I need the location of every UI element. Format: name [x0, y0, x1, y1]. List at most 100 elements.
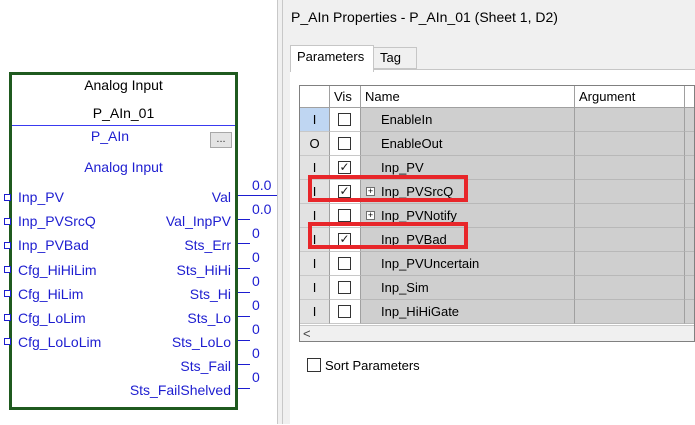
tab-tag[interactable]: Tag — [373, 47, 417, 69]
cell-argument[interactable] — [575, 180, 685, 204]
input-connector[interactable] — [4, 266, 11, 273]
cell-vis — [330, 252, 361, 276]
input-pin[interactable]: Inp_PV — [18, 189, 64, 205]
output-pin[interactable]: Val — [212, 189, 231, 205]
output-pin[interactable]: Sts_Hi — [190, 286, 231, 302]
tab-parameters[interactable]: Parameters — [290, 45, 374, 72]
output-wire — [238, 219, 250, 220]
cell-name: Inp_Sim — [361, 276, 575, 300]
cell-name: Inp_PVUncertain — [361, 252, 575, 276]
block-type-name: P_AIn — [90, 128, 130, 144]
output-pin[interactable]: Sts_Err — [184, 237, 231, 253]
cell-filler — [685, 156, 694, 180]
cell-filler — [685, 252, 694, 276]
input-pin[interactable]: Cfg_LoLoLim — [18, 334, 101, 350]
table-row[interactable]: I Inp_HiHiGate — [300, 300, 694, 324]
sort-parameters-checkbox[interactable] — [307, 358, 321, 372]
horizontal-scrollbar[interactable]: < — [300, 325, 694, 341]
output-wire — [238, 268, 250, 269]
block-tag-name: P_AIn_01 — [92, 105, 155, 121]
cell-argument[interactable] — [575, 204, 685, 228]
cell-vis — [330, 132, 361, 156]
input-connector[interactable] — [4, 338, 11, 345]
column-header-argument[interactable]: Argument — [575, 86, 685, 108]
output-pin[interactable]: Sts_FailShelved — [130, 382, 231, 398]
input-connector[interactable] — [4, 194, 11, 201]
vis-checkbox[interactable] — [338, 137, 351, 150]
output-value: 0 — [252, 249, 260, 265]
vis-checkbox[interactable] — [338, 281, 351, 294]
output-pin[interactable]: Val_InpPV — [166, 213, 231, 229]
cell-filler — [685, 204, 694, 228]
input-connector[interactable] — [4, 218, 11, 225]
cell-name: EnableIn — [361, 108, 575, 132]
output-wire — [238, 195, 277, 196]
column-header-io[interactable] — [300, 86, 330, 108]
vis-checkbox[interactable] — [338, 305, 351, 318]
cell-filler — [685, 300, 694, 324]
cell-filler — [685, 180, 694, 204]
output-value: 0 — [252, 297, 260, 313]
block-header-title: Analog Input — [84, 77, 163, 93]
vis-checkbox[interactable]: ✓ — [338, 161, 351, 174]
input-connector[interactable] — [4, 314, 11, 321]
cell-io-type: I — [300, 252, 330, 276]
cell-argument[interactable] — [575, 156, 685, 180]
output-value: 0.0 — [252, 201, 272, 217]
cell-vis — [330, 276, 361, 300]
cell-io-type: I — [300, 276, 330, 300]
cell-argument[interactable] — [575, 252, 685, 276]
expand-plus-icon[interactable]: + — [366, 211, 375, 220]
output-value: 0 — [252, 273, 260, 289]
parameter-name: Inp_PVUncertain — [381, 256, 480, 271]
cell-argument[interactable] — [575, 132, 685, 156]
cell-filler — [685, 132, 694, 156]
input-pin[interactable]: Cfg_HiLim — [18, 286, 83, 302]
parameter-name: EnableOut — [381, 136, 443, 151]
input-connector[interactable] — [4, 290, 11, 297]
parameters-grid[interactable]: Vis Name Argument I EnableIn O EnableOut I ✓ I… — [299, 85, 695, 342]
vis-checkbox[interactable] — [338, 209, 351, 222]
input-pin[interactable]: Cfg_HiHiLim — [18, 262, 97, 278]
vis-checkbox[interactable] — [338, 257, 351, 270]
output-value: 0 — [252, 321, 260, 337]
table-row[interactable]: I Inp_PVUncertain — [300, 252, 694, 276]
column-header-vis[interactable]: Vis — [330, 86, 361, 108]
cell-name: EnableOut — [361, 132, 575, 156]
block-properties-button[interactable]: ... — [210, 132, 232, 148]
output-pin[interactable]: Sts_Fail — [180, 358, 231, 374]
output-pin[interactable]: Sts_Lo — [187, 310, 231, 326]
scroll-left-arrow-icon[interactable]: < — [303, 326, 311, 341]
checkmark-icon: ✓ — [339, 160, 350, 174]
cell-argument[interactable] — [575, 300, 685, 324]
cell-filler — [685, 108, 694, 132]
highlight-box-inp-pvsrcq — [308, 175, 468, 202]
column-header-name[interactable]: Name — [361, 86, 575, 108]
output-pin[interactable]: Sts_HiHi — [177, 262, 231, 278]
parameter-name: Inp_HiHiGate — [381, 304, 460, 319]
input-pin[interactable]: Inp_PVBad — [18, 237, 89, 253]
cell-argument[interactable] — [575, 276, 685, 300]
output-wire — [238, 316, 250, 317]
table-row[interactable]: I Inp_Sim — [300, 276, 694, 300]
table-row[interactable]: I EnableIn — [300, 108, 694, 132]
output-wire — [238, 340, 250, 341]
dialog-title: P_AIn Properties - P_AIn_01 (Sheet 1, D2… — [291, 9, 558, 25]
cell-argument[interactable] — [575, 228, 685, 252]
cell-filler — [685, 228, 694, 252]
vis-checkbox[interactable] — [338, 113, 351, 126]
input-pin[interactable]: Inp_PVSrcQ — [18, 213, 96, 229]
function-block-p-ain-01[interactable]: Analog Input P_AIn_01 P_AIn ... Analog I… — [9, 72, 238, 410]
parameter-name: Inp_Sim — [381, 280, 429, 295]
input-connector[interactable] — [4, 242, 11, 249]
cell-filler — [685, 276, 694, 300]
output-wire — [238, 364, 250, 365]
output-value: 0 — [252, 369, 260, 385]
input-pin[interactable]: Cfg_LoLim — [18, 310, 86, 326]
cell-name: Inp_HiHiGate — [361, 300, 575, 324]
table-row[interactable]: O EnableOut — [300, 132, 694, 156]
cell-argument[interactable] — [575, 108, 685, 132]
logic-canvas[interactable]: Analog Input P_AIn_01 P_AIn ... Analog I… — [0, 0, 277, 424]
output-pin[interactable]: Sts_LoLo — [172, 334, 231, 350]
block-separator — [12, 125, 235, 126]
